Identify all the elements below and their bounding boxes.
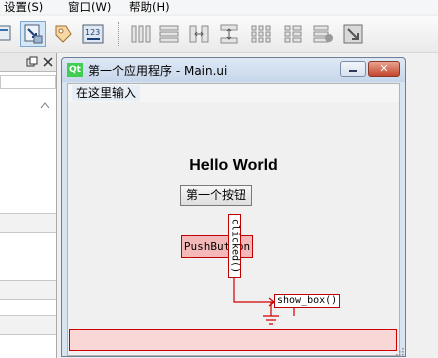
layout-vertical-splitter-button[interactable] [216,21,242,47]
float-panel-icon[interactable] [26,56,38,68]
edit-signals-slots-icon [24,24,43,44]
edit-widgets-icon [0,25,11,41]
layout-vertical-button[interactable] [156,21,182,47]
edit-widgets-button[interactable] [0,21,18,47]
main-window-central: 在这里输入 Hello World 第一个按钮 PushButton click… [67,83,400,356]
layout-horizontal-splitter-button[interactable] [186,21,212,47]
menu-window[interactable]: 窗口(W) [68,0,111,15]
panel-category-row[interactable] [0,280,56,300]
layout-vertical-splitter-icon [220,24,238,44]
layout-grid-icon [251,25,271,43]
break-layout-button[interactable] [310,21,336,47]
menu-settings[interactable]: 设置(S) [4,0,43,15]
chevron-up-icon[interactable] [40,101,50,109]
layout-form-button[interactable] [280,21,306,47]
close-panel-icon[interactable] [42,56,54,68]
edit-buddies-button[interactable] [50,21,76,47]
close-button[interactable]: ✕ [368,61,400,77]
adjust-size-button[interactable] [340,21,366,47]
minimize-icon [349,70,357,72]
edit-signals-slots-button[interactable] [20,21,46,47]
layout-grid-button[interactable] [248,21,274,47]
form-window[interactable]: Qt 第一个应用程序 - Main.ui ✕ 在这里输入 Hello World… [61,57,406,357]
minimize-button[interactable] [340,61,366,77]
status-bar[interactable] [69,329,397,351]
edit-tab-order-button[interactable]: 123 [80,21,106,47]
form-title-bar[interactable]: Qt 第一个应用程序 - Main.ui ✕ [62,58,405,82]
menu-help[interactable]: 帮助(H) [129,0,170,15]
qt-logo-icon: Qt [67,63,83,77]
layout-horizontal-button[interactable] [128,21,154,47]
slot-label[interactable]: show_box() [274,294,341,308]
signal-text: clicked() [229,218,240,274]
panel-header [0,53,56,72]
filter-input[interactable] [0,75,56,89]
widget-box-panel [0,53,57,358]
break-layout-icon [313,25,333,43]
panel-category-row[interactable] [0,213,56,233]
layout-horizontal-splitter-icon [189,25,209,43]
layout-horizontal-icon [131,25,151,43]
resize-grip-icon[interactable] [396,348,404,356]
layout-vertical-icon [159,25,179,43]
svg-text:123: 123 [85,28,100,37]
menu-bar: 设置(S) 窗口(W) 帮助(H) [0,0,438,14]
toolbar-separator [118,22,119,46]
form-title: 第一个应用程序 - Main.ui [88,64,228,78]
toolbar: 123 [0,16,438,53]
adjust-size-icon [343,24,363,44]
panel-category-row[interactable] [0,315,56,335]
edit-buddies-icon [55,25,72,43]
edit-tab-order-icon: 123 [82,24,104,44]
layout-form-icon [284,25,302,43]
signal-label[interactable]: clicked() [228,214,241,278]
